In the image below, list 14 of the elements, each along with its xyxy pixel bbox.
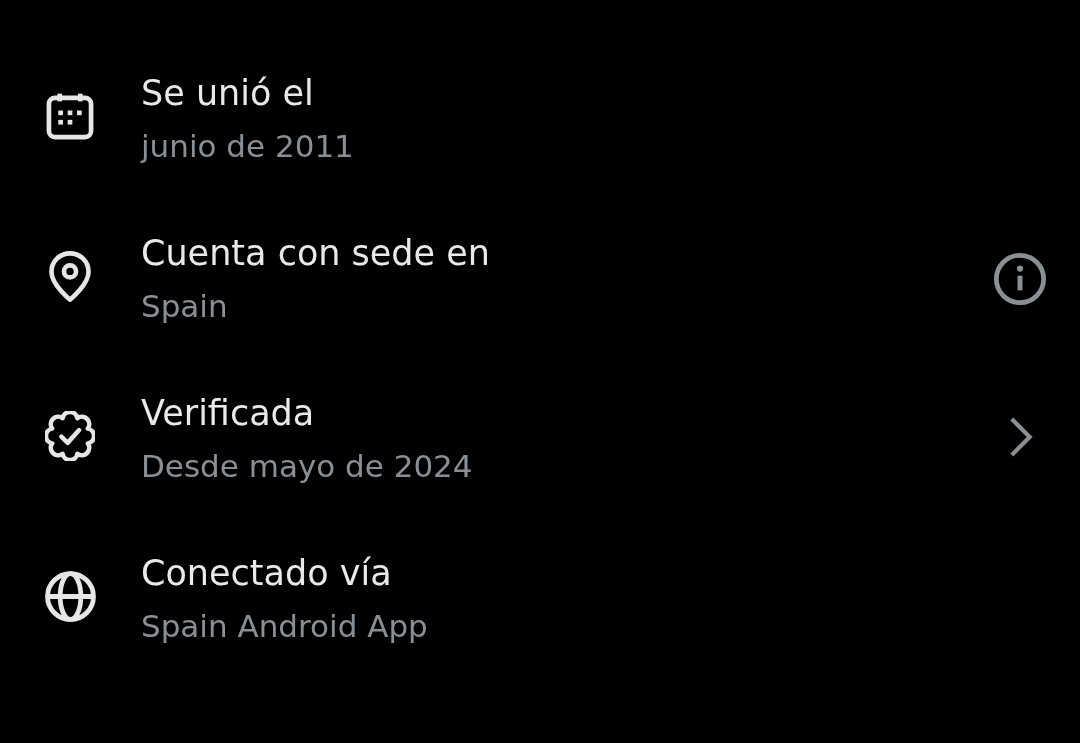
detail-value: Spain xyxy=(141,287,228,326)
detail-value: Desde mayo de 2024 xyxy=(141,447,473,486)
detail-value: Spain Android App xyxy=(141,607,428,646)
detail-label: Cuenta con sede en xyxy=(141,232,490,275)
info-icon[interactable] xyxy=(994,253,1046,305)
detail-value: junio de 2011 xyxy=(141,127,354,166)
detail-label: Se unió el xyxy=(141,72,314,115)
location-pin-icon xyxy=(49,250,91,302)
globe-icon xyxy=(44,570,96,622)
chevron-right-icon[interactable] xyxy=(1007,417,1033,457)
calendar-icon xyxy=(46,92,94,140)
detail-label: Verificada xyxy=(141,392,315,435)
verified-badge-icon xyxy=(45,411,95,461)
detail-label: Conectado vía xyxy=(141,552,392,595)
